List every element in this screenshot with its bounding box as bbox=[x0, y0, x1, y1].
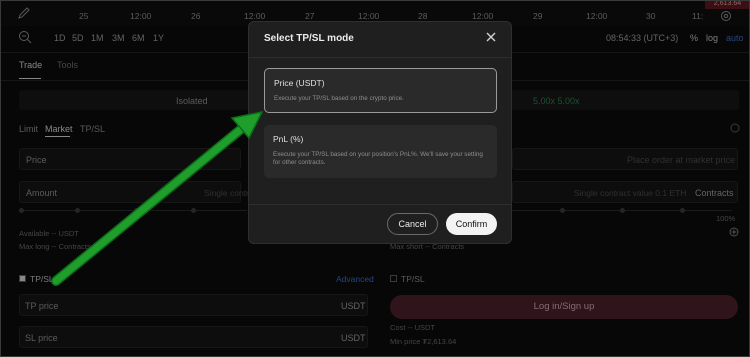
annotation-arrow-icon bbox=[51, 110, 264, 286]
